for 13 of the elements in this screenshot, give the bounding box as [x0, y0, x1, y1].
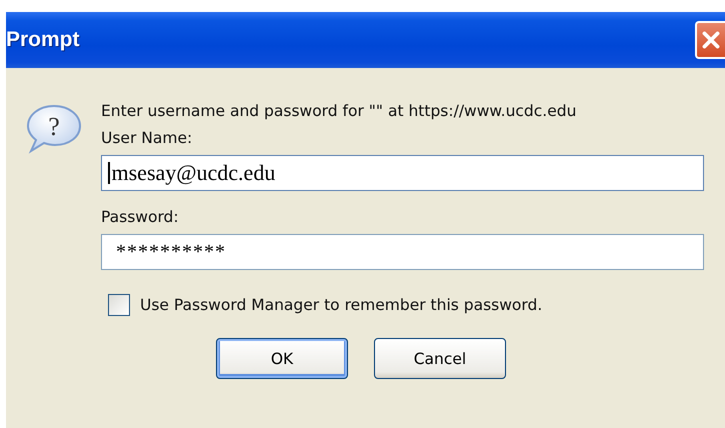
field-label: Password:: [101, 208, 179, 226]
password-field[interactable]: **********: [101, 234, 704, 270]
window-title: Prompt: [6, 28, 80, 52]
text-cursor: [108, 162, 110, 184]
checkbox-label[interactable]: Use Password Manager to remember this password.: [140, 296, 542, 314]
question-bubble-icon: ?: [25, 104, 83, 154]
prompt-message: Enter username and password for "" at https://www.ucdc.edu: [101, 102, 576, 120]
checkbox[interactable]: [108, 294, 130, 316]
input-field[interactable]: msesay@ucdc.edu: [101, 155, 704, 191]
ok-button[interactable]: OK: [216, 338, 348, 379]
cancel-button[interactable]: Cancel: [374, 338, 506, 379]
close-button[interactable]: [695, 21, 725, 59]
field-label: User Name:: [101, 129, 192, 147]
